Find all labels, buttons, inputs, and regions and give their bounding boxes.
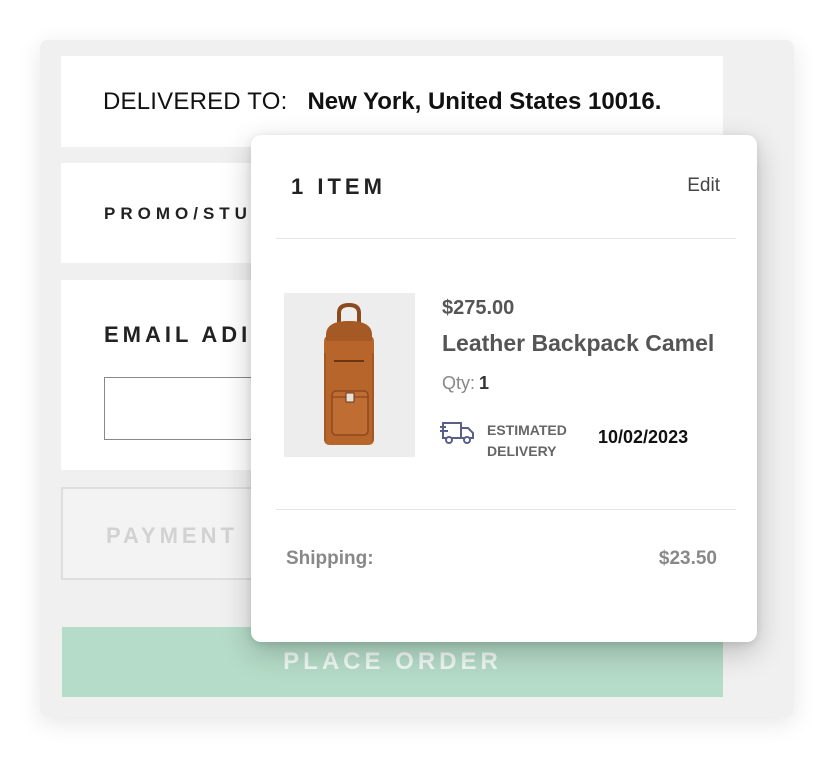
item-count: 1 ITEM (291, 174, 386, 199)
qty-value: 1 (479, 373, 490, 393)
delivery-section: DELIVERED TO: New York, United States 100… (61, 56, 723, 147)
shipping-label: Shipping: (286, 548, 374, 569)
product-quantity: Qty: 1 (442, 373, 489, 394)
estimated-delivery-label: ESTIMATED DELIVERY (487, 422, 567, 459)
divider (276, 238, 736, 239)
qty-label: Qty: (442, 373, 476, 393)
edit-cart-link[interactable]: Edit (687, 175, 720, 197)
cart-summary-popup: 1 ITEM Edit $275.00 Leather Backpack Cam… (251, 135, 757, 642)
product-name: Leather Backpack Camel (442, 330, 715, 356)
promo-label: PROMO/STU (104, 204, 252, 223)
delivery-address: New York, United States 10016. (307, 88, 662, 115)
email-label: EMAIL ADI (104, 322, 252, 347)
estimated-delivery-date: 10/02/2023 (598, 427, 689, 447)
shipping-value: $23.50 (658, 548, 717, 569)
delivery-line: DELIVERED TO: New York, United States 100… (103, 88, 661, 116)
delivered-to-label: DELIVERED TO: (103, 88, 288, 115)
divider (276, 509, 736, 510)
backpack-product-image (284, 293, 415, 457)
product-price: $275.00 (442, 297, 515, 319)
payment-label: PAYMENT (106, 523, 238, 548)
truck-icon (440, 422, 474, 444)
backpack-icon (324, 302, 374, 445)
